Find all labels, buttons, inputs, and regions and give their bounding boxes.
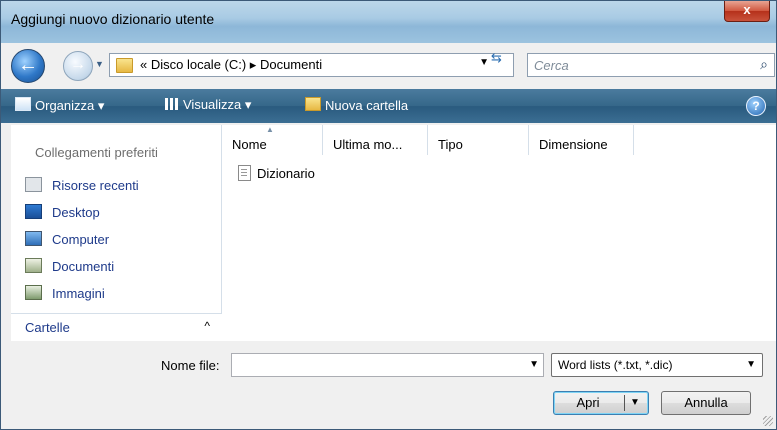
sidebar-item-label: Desktop [52,205,100,220]
dialog-window: Aggiungi nuovo dizionario utente x ← → ▼… [0,0,777,430]
file-name: Dizionario [257,166,315,181]
organize-button[interactable]: Organizza ▾ [15,97,104,114]
favorites-header: Collegamenti preferiti [35,145,158,160]
file-type-value: Word lists (*.txt, *.dic) [558,358,673,372]
refresh-icon[interactable]: ⇆ [491,50,502,66]
recent-pages-dropdown-icon[interactable]: ▼ [95,59,104,69]
navigation-pane: Collegamenti preferiti Risorse recenti D… [11,125,222,341]
organize-label: Organizza ▾ [35,98,105,113]
new-folder-label: Nuova cartella [325,98,409,113]
column-header-label: Ultima mo... [333,137,403,152]
search-icon[interactable]: ⌕ [760,56,768,73]
title-bar[interactable]: Aggiungi nuovo dizionario utente x [1,1,776,43]
chevron-down-icon[interactable]: ▼ [746,359,756,370]
computer-icon [25,231,42,246]
open-button-label: Apri [576,395,600,410]
filename-label: Nome file: [161,358,220,373]
view-label: Visualizza ▾ [183,97,252,112]
sidebar-item-recent-places[interactable]: Risorse recenti [25,177,139,197]
column-header-type[interactable]: Tipo [428,125,529,155]
sort-ascending-icon: ▲ [266,125,274,134]
dialog-footer: Nome file: ▼ Word lists (*.txt, *.dic) ▼… [1,341,776,429]
resize-grip[interactable] [763,416,773,426]
text-file-icon [238,165,251,181]
window-title: Aggiungi nuovo dizionario utente [11,11,215,27]
desktop-icon [25,204,42,219]
split-divider [624,395,625,411]
back-button[interactable]: ← [11,49,45,83]
cancel-button[interactable]: Annulla [661,391,751,415]
open-options-dropdown-icon[interactable]: ▼ [630,392,640,414]
sidebar-item-label: Documenti [52,259,115,274]
filename-field[interactable]: ▼ [231,353,544,377]
column-header-name[interactable]: ▲ Nome [222,125,323,155]
organize-icon [15,97,31,111]
column-header-size[interactable]: Dimensione [529,125,634,155]
pictures-icon [25,285,42,300]
search-input[interactable]: Cerca [534,58,569,73]
documents-icon [25,258,42,273]
sidebar-item-documents[interactable]: Documenti [25,258,114,278]
sidebar-item-desktop[interactable]: Desktop [25,204,100,224]
folders-toggle[interactable]: Cartelle ^ [11,313,222,342]
close-button[interactable]: x [724,1,770,22]
navigation-bar: ← → ▼ « Disco locale (C:) ▸ Documenti ▼ … [1,47,776,85]
sidebar-item-label: Risorse recenti [52,178,139,193]
address-dropdown-icon[interactable]: ▼ [479,57,489,68]
new-folder-button[interactable]: Nuova cartella [305,97,408,113]
column-header-modified[interactable]: Ultima mo... [323,125,428,155]
open-button[interactable]: Apri ▼ [553,391,649,415]
filename-dropdown-icon[interactable]: ▼ [529,359,539,370]
column-header-label: Nome [232,137,267,152]
file-list[interactable]: ▲ Nome Ultima mo... Tipo Dimensione Dizi… [222,125,776,341]
sidebar-item-computer[interactable]: Computer [25,231,109,251]
view-icon [165,98,179,110]
list-item[interactable]: Dizionario [238,165,315,185]
address-bar[interactable]: « Disco locale (C:) ▸ Documenti ▼ [109,53,514,77]
help-icon[interactable]: ? [746,96,766,116]
file-type-select[interactable]: Word lists (*.txt, *.dic) ▼ [551,353,763,377]
column-header-label: Dimensione [539,137,608,152]
new-folder-icon [305,97,321,111]
sidebar-item-pictures[interactable]: Immagini [25,285,105,305]
sidebar-item-label: Computer [52,232,110,247]
view-button[interactable]: Visualizza ▾ [165,97,251,113]
sidebar-item-label: Immagini [52,286,105,301]
recent-places-icon [25,177,42,192]
search-box[interactable]: Cerca ⌕ [527,53,775,77]
forward-button[interactable]: → [63,51,93,81]
folder-icon [116,58,133,73]
command-bar: Organizza ▾ Visualizza ▾ Nuova cartella … [1,89,776,123]
folders-label: Cartelle [25,320,70,335]
breadcrumb[interactable]: « Disco locale (C:) ▸ Documenti [140,57,322,73]
chevron-up-icon[interactable]: ^ [204,319,210,333]
column-header-label: Tipo [438,137,463,152]
